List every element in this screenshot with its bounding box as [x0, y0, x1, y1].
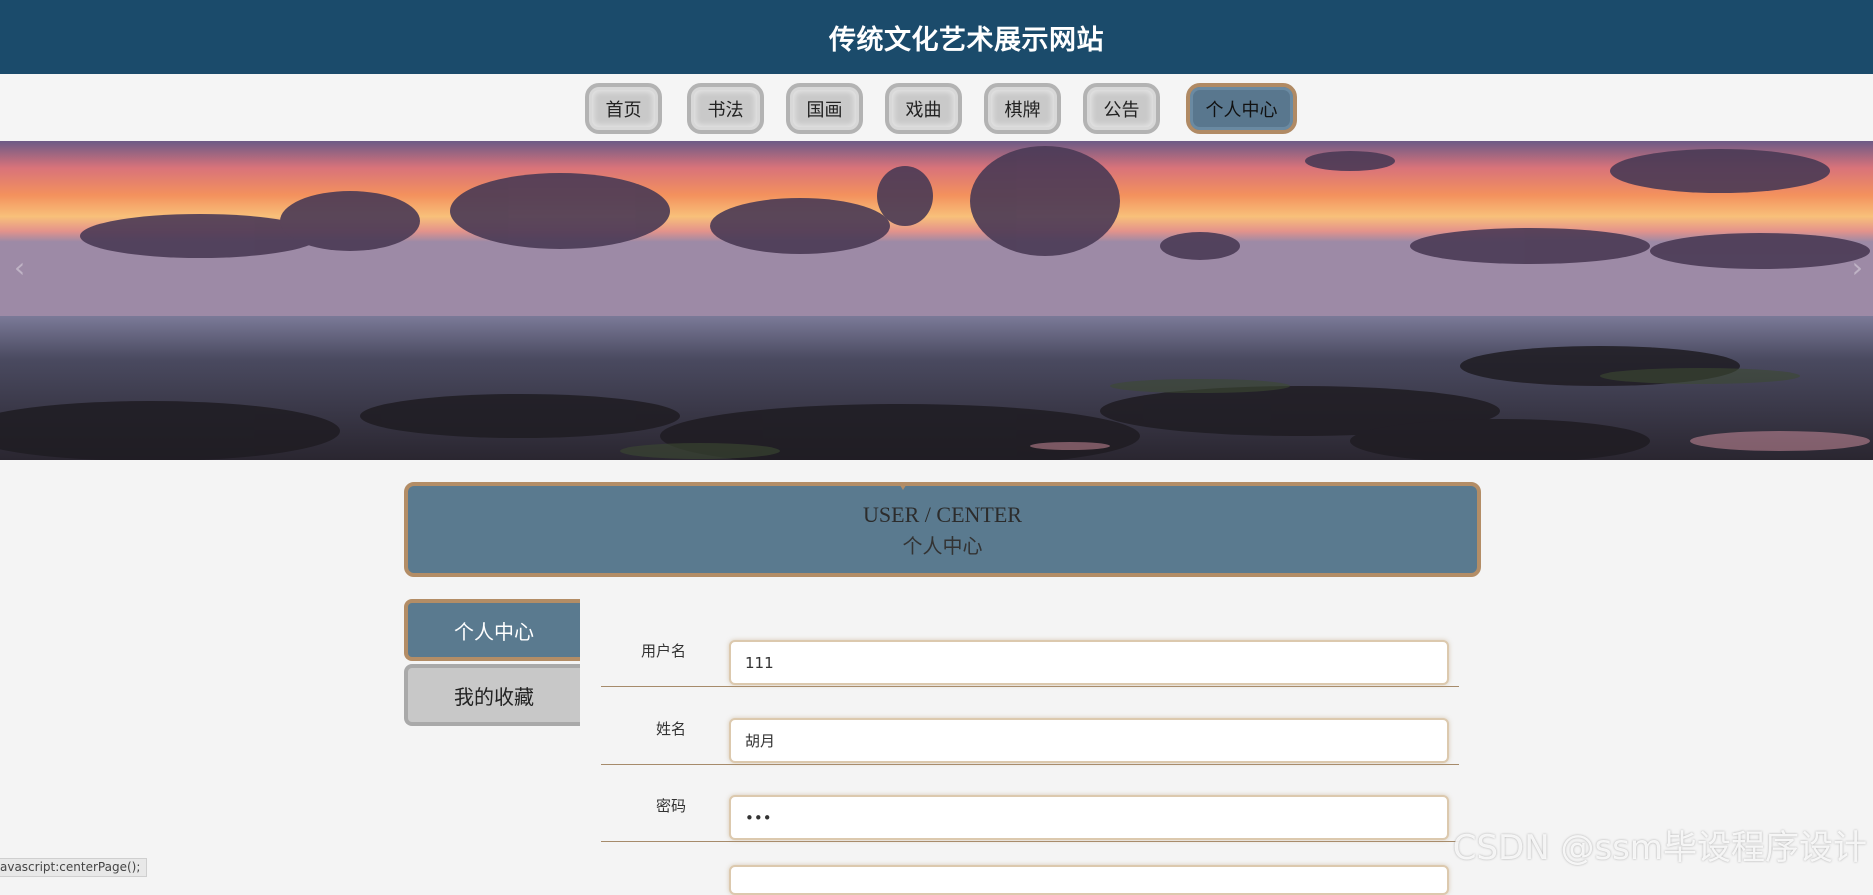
- form-row-next: [601, 843, 1459, 895]
- password-input[interactable]: [729, 795, 1449, 840]
- form-row-username: 用户名: [601, 610, 1459, 687]
- section-title-box: USER / CENTER 个人中心: [404, 482, 1481, 577]
- chevron-right-icon[interactable]: ›: [1852, 251, 1863, 284]
- banner-image: [0, 141, 1873, 460]
- form-row-name: 姓名: [601, 688, 1459, 765]
- name-input[interactable]: [729, 718, 1449, 763]
- name-label: 姓名: [655, 720, 686, 738]
- site-header: 传统文化艺术展示网站: [0, 0, 1873, 74]
- username-label: 用户名: [640, 642, 686, 660]
- sidebar-item-favorites[interactable]: 我的收藏: [404, 664, 580, 726]
- nav-home[interactable]: 首页: [585, 83, 662, 134]
- username-input[interactable]: [729, 640, 1449, 685]
- nav-painting[interactable]: 国画: [786, 83, 863, 134]
- nav-calligraphy[interactable]: 书法: [687, 83, 764, 134]
- banner-carousel[interactable]: ‹ ›: [0, 141, 1873, 460]
- form-row-password: 密码: [601, 765, 1459, 842]
- main-nav: 首页 书法 国画 戏曲 棋牌 公告 个人中心: [0, 74, 1873, 140]
- nav-user-center[interactable]: 个人中心: [1186, 83, 1297, 134]
- section-title-en: USER / CENTER: [863, 502, 1022, 527]
- nav-notice[interactable]: 公告: [1083, 83, 1160, 134]
- password-label: 密码: [655, 797, 686, 815]
- sidebar-item-user-center[interactable]: 个人中心: [404, 599, 580, 661]
- title-marker: [898, 482, 908, 490]
- watermark-text: CSDN @ssm毕设程序设计: [1452, 828, 1867, 868]
- next-field-input[interactable]: [729, 865, 1449, 895]
- site-title: 传统文化艺术展示网站: [829, 24, 1104, 56]
- nav-opera[interactable]: 戏曲: [885, 83, 962, 134]
- browser-status-bar: avascript:centerPage();: [0, 858, 148, 877]
- section-title-cn: 个人中心: [902, 534, 983, 558]
- chevron-left-icon[interactable]: ‹: [14, 251, 25, 284]
- nav-chess[interactable]: 棋牌: [984, 83, 1061, 134]
